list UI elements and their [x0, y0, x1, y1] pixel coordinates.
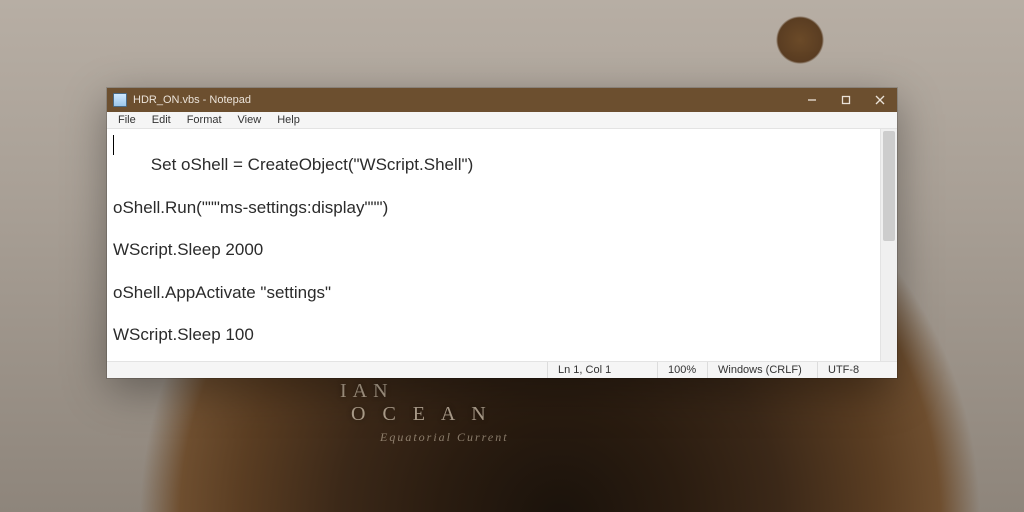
status-line-ending: Windows (CRLF) [707, 362, 817, 378]
menubar: File Edit Format View Help [107, 112, 897, 129]
minimize-icon [807, 95, 817, 105]
wallpaper-subtext: Equatorial Current [380, 430, 509, 445]
maximize-button[interactable] [829, 88, 863, 112]
editor-line: WScript.Sleep 2000 [113, 240, 263, 259]
desktop-background: IAN O C E A N Equatorial Current HDR_ON.… [0, 0, 1024, 512]
wallpaper-text: IAN O C E A N [340, 380, 492, 426]
editor-line: Set oShell = CreateObject("WScript.Shell… [151, 155, 473, 174]
text-caret [113, 135, 114, 155]
editor-line: oShell.Run("""ms-settings:display""") [113, 198, 388, 217]
menu-help[interactable]: Help [270, 112, 307, 128]
editor-line: oShell.AppActivate "settings" [113, 283, 331, 302]
vertical-scrollbar[interactable] [880, 129, 897, 361]
close-button[interactable] [863, 88, 897, 112]
status-encoding: UTF-8 [817, 362, 897, 378]
minimize-button[interactable] [795, 88, 829, 112]
scrollbar-thumb[interactable] [883, 131, 895, 241]
titlebar[interactable]: HDR_ON.vbs - Notepad [107, 88, 897, 112]
maximize-icon [841, 95, 851, 105]
notepad-window: HDR_ON.vbs - Notepad File Edit Format Vi… [107, 88, 897, 378]
status-cursor-position: Ln 1, Col 1 [547, 362, 657, 378]
editor-line: WScript.Sleep 100 [113, 325, 254, 344]
window-title: HDR_ON.vbs - Notepad [133, 94, 251, 106]
statusbar: Ln 1, Col 1 100% Windows (CRLF) UTF-8 [107, 361, 897, 378]
menu-view[interactable]: View [231, 112, 269, 128]
close-icon [875, 95, 885, 105]
menu-format[interactable]: Format [180, 112, 229, 128]
status-zoom: 100% [657, 362, 707, 378]
menu-edit[interactable]: Edit [145, 112, 178, 128]
text-editor[interactable]: Set oShell = CreateObject("WScript.Shell… [107, 129, 880, 361]
notepad-icon [113, 93, 127, 107]
menu-file[interactable]: File [111, 112, 143, 128]
